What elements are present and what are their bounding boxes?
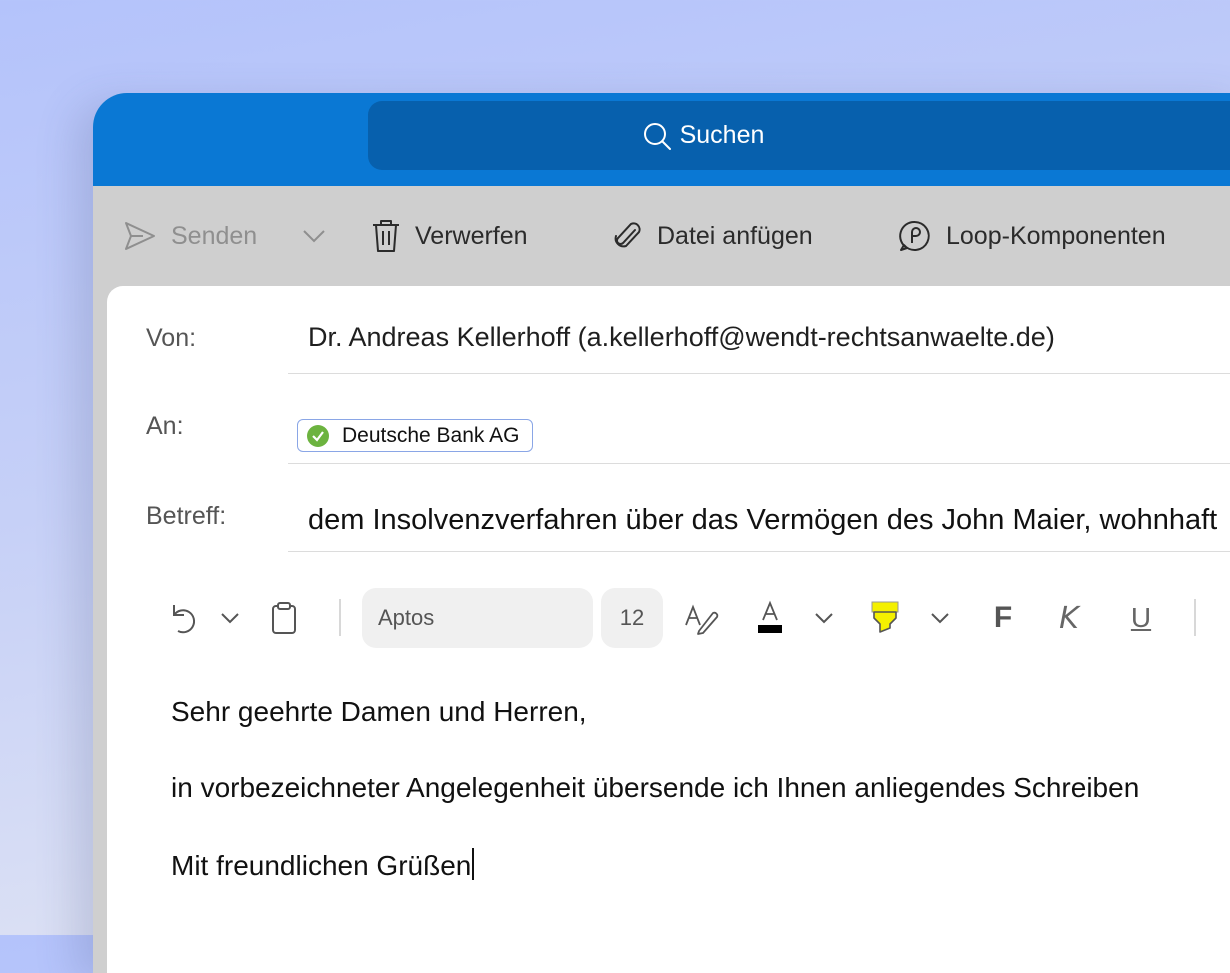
subject-field[interactable]: dem Insolvenzverfahren über das Vermögen… bbox=[308, 504, 1217, 537]
subject-label: Betreff: bbox=[146, 502, 227, 530]
send-icon bbox=[123, 219, 157, 253]
from-divider bbox=[288, 373, 1230, 374]
chevron-down-icon bbox=[301, 223, 327, 249]
discard-label: Verwerfen bbox=[415, 221, 528, 250]
toolbar-separator bbox=[339, 599, 341, 636]
chevron-down-icon bbox=[813, 607, 835, 629]
to-label: An: bbox=[146, 412, 184, 440]
send-label: Senden bbox=[171, 221, 258, 250]
italic-button[interactable]: K bbox=[1049, 586, 1089, 650]
search-icon bbox=[642, 121, 672, 151]
chevron-down-icon bbox=[219, 607, 241, 629]
font-color-icon bbox=[755, 600, 785, 636]
recipient-chip[interactable]: Deutsche Bank AG bbox=[297, 419, 534, 452]
underline-button[interactable]: U bbox=[1121, 586, 1161, 650]
body-paragraph[interactable]: in vorbezeichneter Angelegenheit übersen… bbox=[171, 772, 1139, 804]
chevron-down-icon bbox=[929, 607, 951, 629]
font-name-value: Aptos bbox=[378, 605, 435, 630]
from-field[interactable]: Dr. Andreas Kellerhoff (a.kellerhoff@wen… bbox=[308, 322, 1055, 353]
check-circle-icon bbox=[307, 424, 329, 447]
attach-file-button[interactable]: Datei anfügen bbox=[613, 186, 813, 286]
search-label: Suchen bbox=[679, 121, 765, 149]
send-button[interactable]: Senden bbox=[123, 186, 257, 286]
from-label: Von: bbox=[146, 324, 197, 352]
font-size-select[interactable]: 12 bbox=[601, 588, 663, 648]
subject-divider bbox=[288, 551, 1230, 552]
recipient-name: Deutsche Bank AG bbox=[342, 423, 520, 447]
discard-button[interactable]: Verwerfen bbox=[371, 186, 528, 286]
font-color-dropdown[interactable] bbox=[809, 586, 839, 650]
attach-file-label: Datei anfügen bbox=[657, 221, 813, 250]
format-toolbar: Aptos 12 F K U bbox=[107, 586, 1230, 650]
undo-button[interactable] bbox=[167, 586, 203, 650]
body-closing[interactable]: Mit freundlichen Grüßen bbox=[171, 848, 475, 882]
loop-icon bbox=[898, 219, 932, 253]
font-color-button[interactable] bbox=[752, 586, 788, 650]
font-size-value: 12 bbox=[619, 605, 645, 630]
paperclip-icon bbox=[613, 219, 643, 253]
title-bar: Suchen bbox=[93, 93, 1230, 186]
compose-pane: Von: Dr. Andreas Kellerhoff (a.kellerhof… bbox=[107, 286, 1230, 973]
search-box[interactable]: Suchen bbox=[368, 101, 1230, 170]
loop-components-button[interactable]: Loop-Komponenten bbox=[898, 186, 1166, 286]
styles-button[interactable] bbox=[681, 586, 721, 650]
text-cursor bbox=[472, 848, 475, 880]
loop-components-label: Loop-Komponenten bbox=[946, 221, 1166, 250]
toolbar-separator bbox=[1194, 599, 1196, 636]
text-style-icon bbox=[683, 601, 719, 635]
undo-icon bbox=[170, 601, 200, 635]
body-closing-text: Mit freundlichen Grüßen bbox=[171, 850, 472, 881]
outlook-window: Suchen Senden Verwerfen Datei anfügen Lo… bbox=[93, 93, 1230, 973]
compose-toolbar: Senden Verwerfen Datei anfügen Loop-Komp… bbox=[93, 186, 1230, 286]
to-divider bbox=[288, 463, 1230, 464]
undo-dropdown[interactable] bbox=[215, 586, 245, 650]
highlight-button[interactable] bbox=[867, 586, 903, 650]
trash-icon bbox=[371, 219, 401, 253]
highlight-dropdown[interactable] bbox=[925, 586, 955, 650]
highlighter-icon bbox=[870, 600, 900, 636]
body-greeting[interactable]: Sehr geehrte Damen und Herren, bbox=[171, 696, 587, 728]
font-name-select[interactable]: Aptos bbox=[362, 588, 593, 648]
paste-button[interactable] bbox=[267, 586, 301, 650]
bold-button[interactable]: F bbox=[983, 586, 1023, 650]
send-options-dropdown[interactable] bbox=[301, 186, 327, 286]
clipboard-icon bbox=[271, 601, 297, 635]
